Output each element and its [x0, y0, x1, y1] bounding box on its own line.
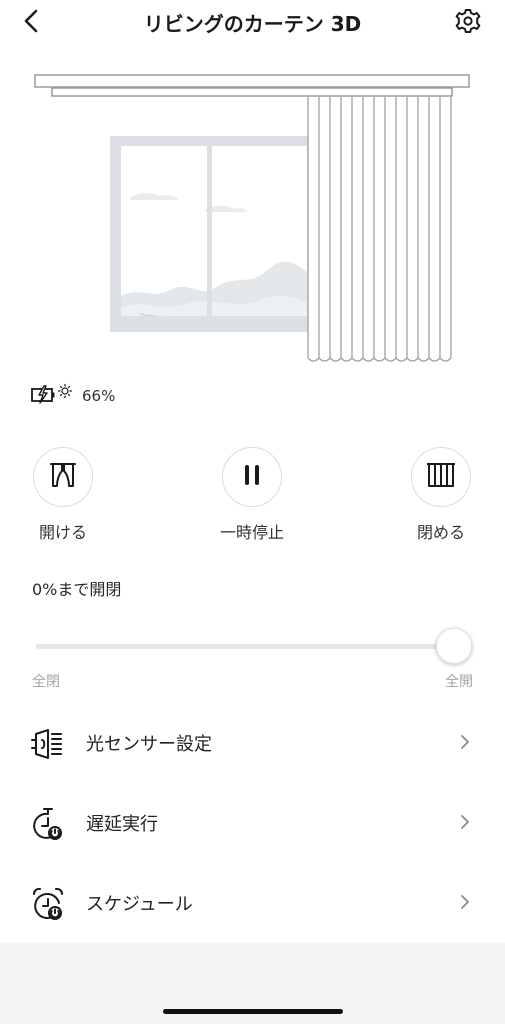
pause-button-circle[interactable] — [222, 447, 282, 507]
timer-icon — [30, 806, 66, 842]
close-button[interactable]: 閉める — [396, 447, 486, 543]
chevron-right-icon — [459, 892, 471, 912]
position-slider-fill — [36, 644, 454, 649]
page-title: リビングのカーテン 3D — [143, 12, 362, 36]
solar-battery-icon — [30, 383, 74, 409]
menu-label: 光センサー設定 — [86, 734, 212, 755]
open-button[interactable]: 開ける — [18, 447, 108, 543]
pause-label: 一時停止 — [219, 523, 284, 542]
pause-button[interactable]: 一時停止 — [207, 447, 297, 543]
position-text: 0%まで開閉 — [32, 580, 122, 599]
slider-min-label: 全閉 — [32, 674, 60, 690]
curtain-illustration — [0, 58, 505, 368]
menu-item-schedule[interactable]: スケジュール — [0, 862, 505, 942]
header-bar: リビングのカーテン 3D — [0, 0, 505, 44]
battery-status: 66% — [30, 383, 116, 409]
chevron-right-icon — [459, 812, 471, 832]
back-icon[interactable] — [18, 6, 46, 36]
curtain-closed-icon — [425, 460, 457, 494]
close-button-circle[interactable] — [411, 447, 471, 507]
alarm-clock-icon — [30, 886, 66, 922]
menu-item-delay[interactable]: 遅延実行 — [0, 782, 505, 862]
battery-percent: 66% — [82, 387, 116, 405]
gear-icon[interactable] — [452, 6, 484, 36]
open-label: 開ける — [38, 523, 87, 542]
menu-label: 遅延実行 — [86, 814, 158, 835]
home-indicator[interactable] — [163, 1009, 343, 1014]
curtain-open-icon — [48, 460, 78, 494]
chevron-right-icon — [459, 732, 471, 752]
position-slider-thumb[interactable] — [436, 628, 472, 664]
close-label: 閉める — [416, 523, 465, 542]
slider-max-label: 全開 — [445, 674, 473, 690]
light-sensor-icon — [30, 726, 66, 762]
pause-icon — [240, 462, 264, 492]
menu-item-light-sensor[interactable]: 光センサー設定 — [0, 702, 505, 782]
open-button-circle[interactable] — [33, 447, 93, 507]
menu-label: スケジュール — [86, 894, 193, 915]
